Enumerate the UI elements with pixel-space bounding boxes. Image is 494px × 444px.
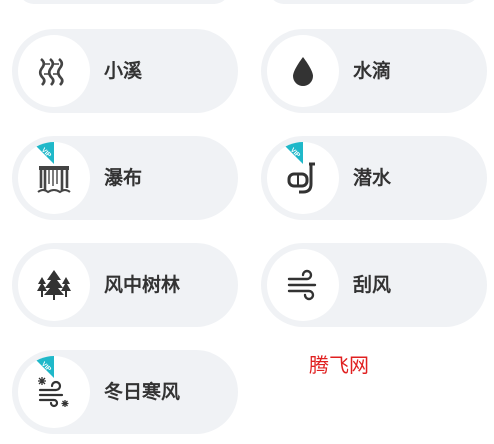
winter-wind-icon: VIP: [18, 356, 90, 428]
watermark-text: 腾飞网: [309, 353, 369, 377]
snorkel-icon: VIP: [267, 142, 339, 214]
forest-icon: [18, 249, 90, 321]
sound-label: 风中树林: [104, 274, 181, 296]
sound-label: 小溪: [104, 60, 143, 82]
partial-card-top-left[interactable]: [18, 0, 230, 4]
sound-label: 潜水: [353, 167, 392, 189]
water-drop-icon: [267, 35, 339, 107]
partial-card-top-right[interactable]: [268, 0, 480, 4]
sound-card-wind[interactable]: 刮风: [261, 243, 487, 327]
sound-card-snorkel[interactable]: VIP 潜水: [261, 136, 487, 220]
stream-icon: [18, 35, 90, 107]
wind-icon: [267, 249, 339, 321]
sound-card-water-drop[interactable]: 水滴: [261, 29, 487, 113]
svg-text:VIP: VIP: [289, 147, 302, 160]
waterfall-icon: VIP: [18, 142, 90, 214]
sound-card-stream[interactable]: 小溪: [12, 29, 238, 113]
sound-label: 刮风: [353, 274, 392, 296]
svg-text:VIP: VIP: [40, 361, 53, 374]
svg-text:VIP: VIP: [40, 147, 53, 160]
sound-label: 水滴: [353, 60, 392, 82]
sound-label: 瀑布: [104, 167, 143, 189]
sound-card-waterfall[interactable]: VIP 瀑布: [12, 136, 238, 220]
sound-card-winter-wind[interactable]: VIP 冬日寒风: [12, 350, 238, 434]
sound-label: 冬日寒风: [104, 381, 181, 403]
sound-card-forest[interactable]: 风中树林: [12, 243, 238, 327]
